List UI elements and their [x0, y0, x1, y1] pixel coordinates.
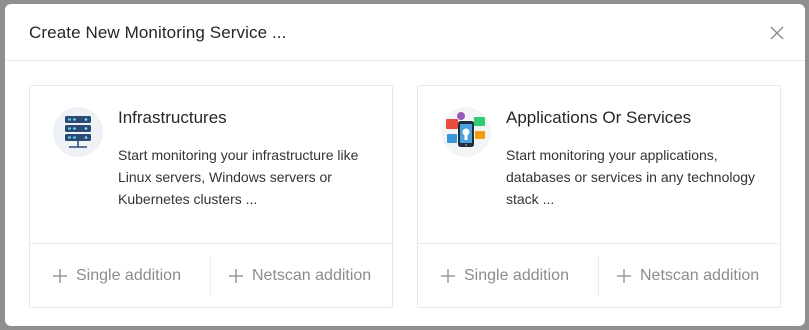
single-addition-button[interactable]: Single addition [440, 244, 569, 308]
single-addition-label: Single addition [76, 267, 181, 284]
netscan-addition-label: Netscan addition [640, 267, 760, 284]
applications-card: Applications Or Services Start monitorin… [417, 85, 781, 308]
netscan-addition-label: Netscan addition [252, 267, 372, 284]
single-addition-button[interactable]: Single addition [52, 244, 181, 308]
card-title: Infrastructures [118, 108, 227, 127]
plus-icon [229, 269, 243, 283]
netscan-addition-button[interactable]: Netscan addition [228, 244, 371, 308]
plus-icon [617, 269, 631, 283]
applications-icon [441, 107, 491, 157]
create-service-modal: Create New Monitoring Service ... Infras… [5, 4, 805, 326]
card-footer: Single addition Netscan addition [418, 243, 780, 308]
footer-divider [598, 256, 599, 296]
infrastructures-card: Infrastructures Start monitoring your in… [29, 85, 393, 308]
card-footer: Single addition Netscan addition [30, 243, 392, 308]
netscan-addition-button[interactable]: Netscan addition [616, 244, 759, 308]
card-description: Start monitoring your applications, data… [506, 147, 756, 207]
footer-divider [210, 256, 211, 296]
card-description: Start monitoring your infrastructure lik… [118, 147, 359, 207]
modal-header: Create New Monitoring Service ... [5, 4, 805, 61]
modal-title: Create New Monitoring Service ... [29, 23, 287, 42]
close-icon [770, 26, 784, 40]
close-button[interactable] [767, 23, 787, 43]
single-addition-label: Single addition [464, 267, 569, 284]
plus-icon [441, 269, 455, 283]
plus-icon [53, 269, 67, 283]
card-title: Applications Or Services [506, 108, 692, 127]
server-rack-icon [53, 107, 103, 157]
